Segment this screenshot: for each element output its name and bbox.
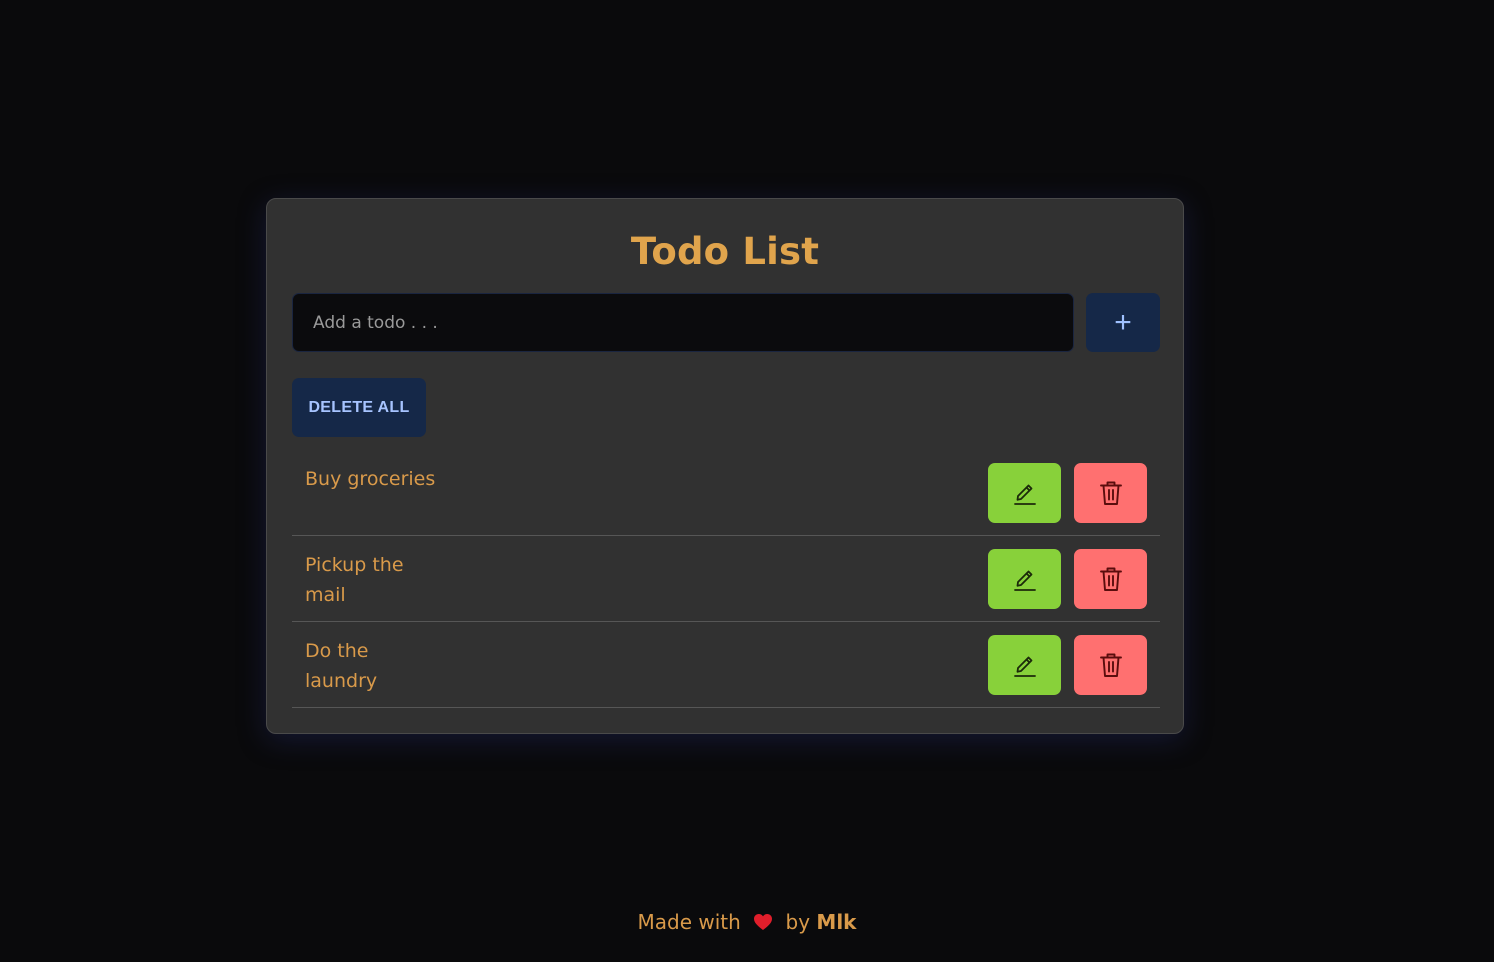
trash-icon <box>1099 653 1122 677</box>
edit-todo-button[interactable] <box>988 549 1061 609</box>
todo-list: Buy groceries Pickup the mail Do the lau… <box>292 450 1160 708</box>
trash-icon <box>1099 567 1122 591</box>
heart-icon <box>754 914 773 930</box>
page-title: Todo List <box>630 230 820 273</box>
todo-item: Do the laundry <box>292 622 1160 708</box>
pencil-icon <box>1013 570 1036 591</box>
delete-todo-button[interactable] <box>1074 463 1147 523</box>
footer-author: Mlk <box>816 910 857 934</box>
footer-made-with: Made with <box>637 910 741 934</box>
footer-by: by <box>785 910 811 934</box>
todo-card: Todo List + DELETE ALL Buy groceries <box>266 198 1184 734</box>
todo-item-text: Buy groceries <box>305 468 436 490</box>
todo-item: Buy groceries <box>292 450 1160 536</box>
edit-todo-button[interactable] <box>988 635 1061 695</box>
footer: Made with by Mlk <box>0 906 1494 938</box>
trash-icon <box>1099 481 1122 505</box>
pencil-icon <box>1013 484 1036 505</box>
plus-icon: + <box>1114 306 1132 339</box>
edit-todo-button[interactable] <box>988 463 1061 523</box>
delete-todo-button[interactable] <box>1074 635 1147 695</box>
delete-todo-button[interactable] <box>1074 549 1147 609</box>
todo-item-text: Pickup the mail <box>305 554 404 606</box>
add-todo-button[interactable]: + <box>1086 293 1160 352</box>
delete-all-button[interactable]: DELETE ALL <box>292 378 426 437</box>
todo-item-text: Do the laundry <box>305 640 378 692</box>
todo-item: Pickup the mail <box>292 536 1160 622</box>
pencil-icon <box>1013 656 1036 677</box>
todo-input[interactable] <box>292 293 1074 352</box>
